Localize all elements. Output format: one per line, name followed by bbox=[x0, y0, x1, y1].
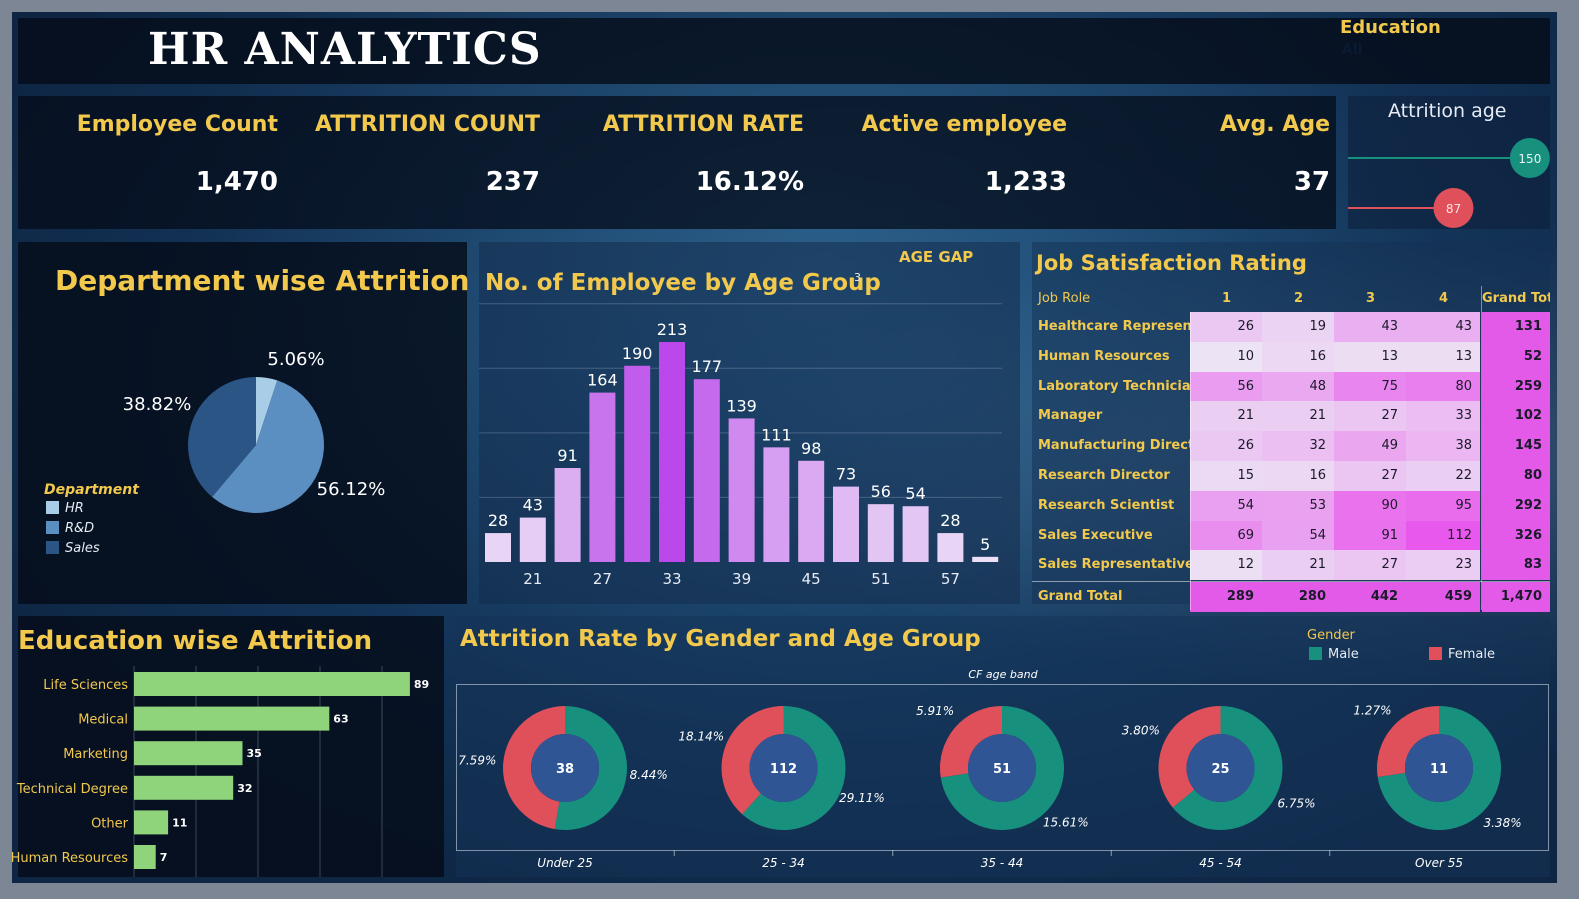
donut-female-pct-label: 5.91% bbox=[916, 704, 954, 718]
donut-female-pct-label: 3.80% bbox=[1122, 724, 1160, 738]
donut-center-count: 11 bbox=[1430, 762, 1448, 777]
donut-center-count: 51 bbox=[993, 762, 1011, 777]
donut-center-count: 112 bbox=[770, 762, 797, 777]
age-band-tick-label: 45 - 54 bbox=[1199, 856, 1242, 870]
donut-female-pct-label: 7.59% bbox=[458, 754, 496, 768]
donut-male-pct-label: 15.61% bbox=[1043, 816, 1089, 830]
age-band-tick-label: Under 25 bbox=[537, 856, 592, 870]
donut-center-count: 38 bbox=[556, 762, 574, 777]
age-band-tick-label: 25 - 34 bbox=[762, 856, 805, 870]
donut-male-pct-label: 8.44% bbox=[630, 768, 668, 782]
donut-male-pct-label: 6.75% bbox=[1277, 797, 1315, 811]
age-band-tick-label: Over 55 bbox=[1415, 856, 1463, 870]
donut-female-pct-label: 1.27% bbox=[1353, 703, 1391, 717]
age-band-tick-label: 35 - 44 bbox=[981, 856, 1024, 870]
donut-female-pct-label: 18.14% bbox=[678, 730, 724, 744]
donut-center-count: 25 bbox=[1211, 762, 1229, 777]
donut-male-pct-label: 29.11% bbox=[839, 791, 885, 805]
donut-male-pct-label: 3.38% bbox=[1483, 816, 1521, 830]
dashboard-frame: HR ANALYTICS Education All Employee Coun… bbox=[12, 12, 1557, 883]
gender-age-donut-charts: 38 8.44% 7.59% Under 25 112 29.11% 18.14% 25 - … bbox=[458, 703, 1521, 870]
